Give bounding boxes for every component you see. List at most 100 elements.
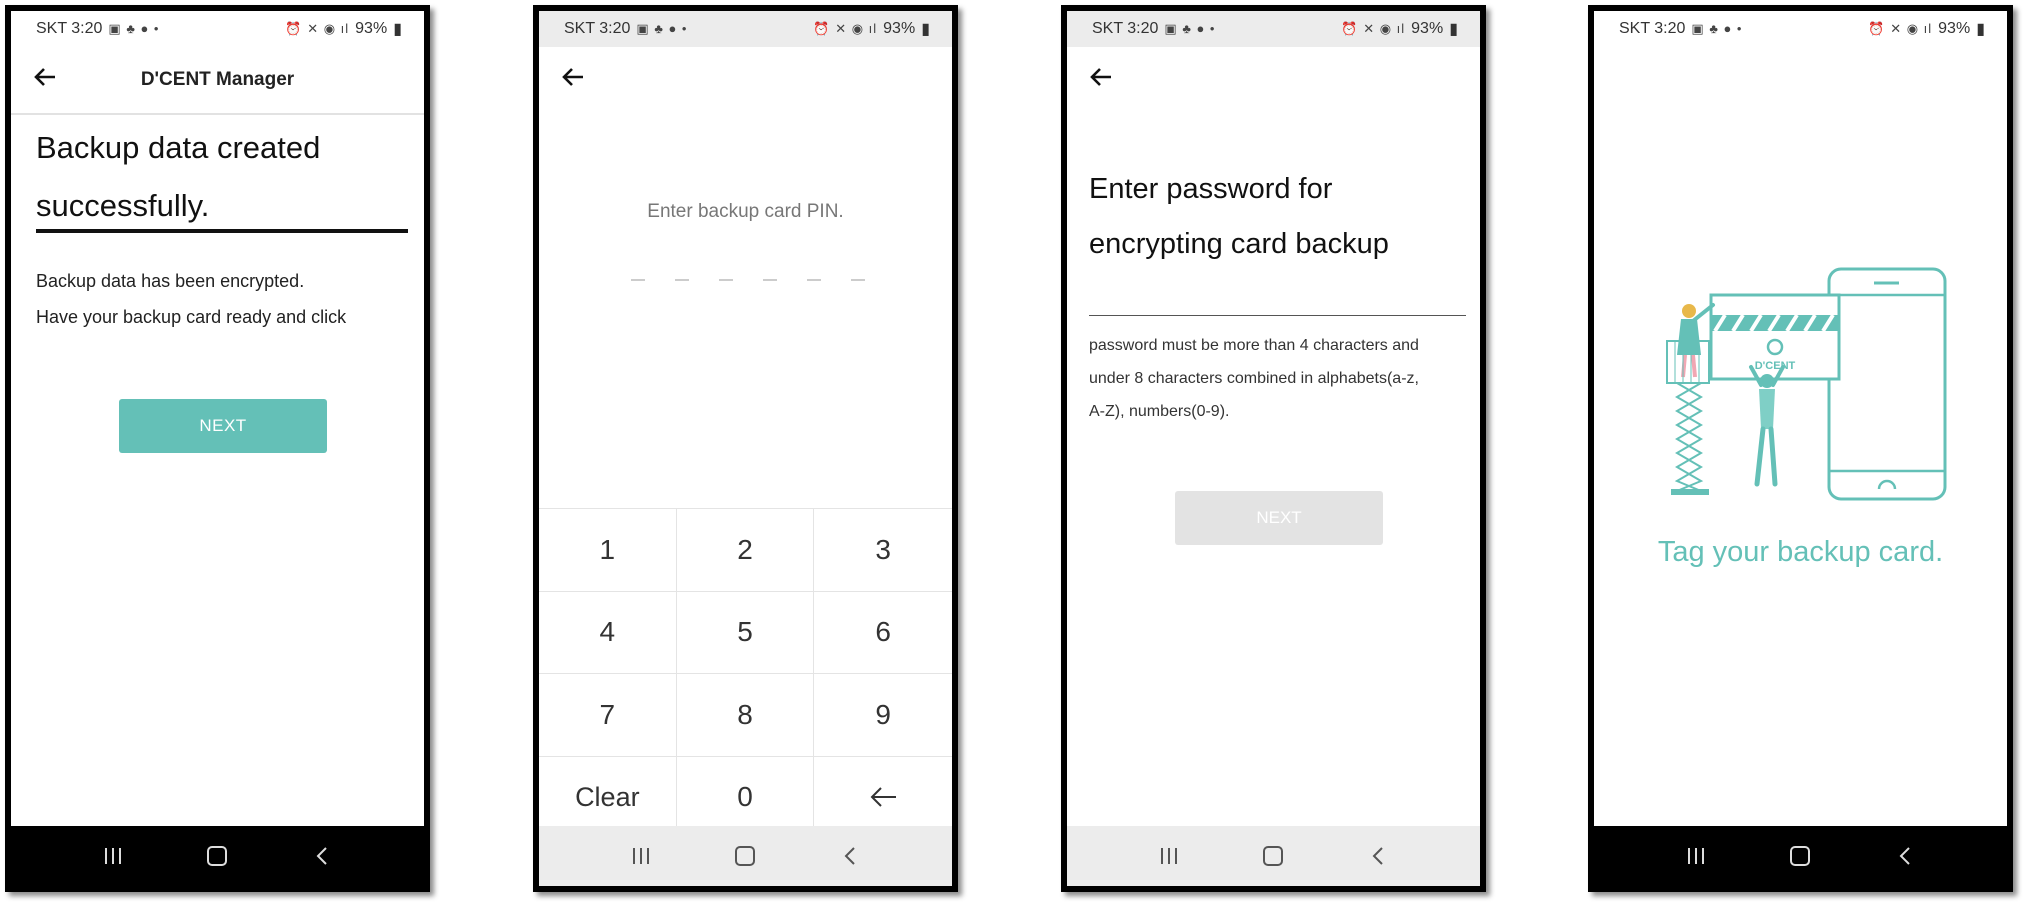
recent-apps-icon bbox=[1161, 848, 1178, 864]
arrow-left-icon bbox=[1090, 68, 1111, 86]
system-nav-bar bbox=[1594, 826, 2007, 886]
back-button[interactable] bbox=[1085, 61, 1117, 93]
password-requirements: password must be more than 4 characters … bbox=[1089, 329, 1469, 428]
nav-back-button[interactable] bbox=[830, 836, 870, 876]
carrier-time: SKT 3:20 bbox=[1619, 20, 1686, 37]
key-5[interactable]: 5 bbox=[676, 591, 815, 674]
phone-screen-backup-created: SKT 3:20 ▣ ♣ ● • ⏰ ✕ ◉ ıl 93% ▮ D'CENT M… bbox=[5, 5, 430, 892]
status-bar: SKT 3:20 ▣ ♣ ● • ⏰ ✕ ◉ ıl 93% ▮ bbox=[539, 11, 952, 47]
battery-level: 93% bbox=[1938, 20, 1971, 37]
battery-icon: ▮ bbox=[1976, 21, 1985, 38]
pin-digit-slot bbox=[763, 279, 777, 281]
heading-line-1: Enter password for bbox=[1089, 173, 1333, 205]
home-button[interactable] bbox=[725, 836, 765, 876]
system-icons: ⏰ ✕ ◉ ıl bbox=[285, 21, 350, 36]
instruction-text: Backup data has been encrypted. Have you… bbox=[36, 263, 346, 335]
app-header: D'CENT Manager bbox=[11, 47, 424, 115]
key-8[interactable]: 8 bbox=[676, 674, 815, 757]
requirement-line-3: A-Z), numbers(0-9). bbox=[1089, 403, 1230, 420]
recent-apps-button[interactable] bbox=[621, 836, 661, 876]
carrier-time: SKT 3:20 bbox=[36, 20, 103, 37]
recent-apps-button[interactable] bbox=[1149, 836, 1189, 876]
pin-keypad: 1 2 3 4 5 6 7 8 9 Clear 0 bbox=[539, 508, 952, 839]
next-button-disabled[interactable]: NEXT bbox=[1175, 491, 1383, 545]
system-icons: ⏰ ✕ ◉ ıl bbox=[1868, 21, 1933, 36]
pin-digit-slot bbox=[719, 279, 733, 281]
nav-back-button[interactable] bbox=[1358, 836, 1398, 876]
notification-icons: ▣ ♣ ● • bbox=[636, 21, 688, 36]
pin-digit-slot bbox=[675, 279, 689, 281]
pin-prompt: Enter backup card PIN. bbox=[647, 201, 844, 222]
heading-line-2: encrypting card backup bbox=[1089, 228, 1389, 260]
pin-digit-slot bbox=[631, 279, 645, 281]
home-button[interactable] bbox=[1780, 836, 1820, 876]
battery-level: 93% bbox=[883, 20, 916, 37]
chevron-left-icon bbox=[316, 847, 327, 865]
chevron-left-icon bbox=[844, 847, 855, 865]
password-heading: Enter password for encrypting card backu… bbox=[1089, 162, 1469, 272]
pin-digit-slot bbox=[851, 279, 865, 281]
system-icons: ⏰ ✕ ◉ ıl bbox=[1341, 21, 1406, 36]
page-title: D'CENT Manager bbox=[140, 69, 295, 90]
heading-line-2: successfully. bbox=[36, 188, 210, 223]
key-6[interactable]: 6 bbox=[814, 591, 952, 674]
recent-apps-button[interactable] bbox=[1676, 836, 1716, 876]
arrow-left-icon bbox=[562, 68, 583, 86]
system-nav-bar bbox=[11, 826, 424, 886]
requirement-line-1: password must be more than 4 characters … bbox=[1089, 337, 1419, 354]
system-nav-bar bbox=[1067, 826, 1480, 886]
instruction-line-2: Have your backup card ready and click bbox=[36, 307, 347, 327]
tag-card-title: Tag your backup card. bbox=[1657, 536, 1944, 568]
home-icon bbox=[735, 846, 756, 866]
recent-apps-icon bbox=[633, 848, 650, 864]
key-1[interactable]: 1 bbox=[539, 509, 677, 592]
key-7[interactable]: 7 bbox=[539, 674, 677, 757]
battery-level: 93% bbox=[355, 20, 388, 37]
password-input[interactable] bbox=[1089, 273, 1466, 316]
battery-icon: ▮ bbox=[1449, 21, 1458, 38]
phone-screen-enter-pin: SKT 3:20 ▣ ♣ ● • ⏰ ✕ ◉ ıl 93% ▮ Enter ba… bbox=[533, 5, 958, 892]
arrow-left-icon bbox=[34, 68, 55, 86]
nav-back-button[interactable] bbox=[302, 836, 342, 876]
back-button[interactable] bbox=[29, 61, 61, 93]
status-bar: SKT 3:20 ▣ ♣ ● • ⏰ ✕ ◉ ıl 93% ▮ bbox=[11, 11, 424, 47]
key-3[interactable]: 3 bbox=[814, 509, 952, 592]
recent-apps-icon bbox=[1688, 848, 1705, 864]
home-icon bbox=[1790, 846, 1811, 866]
battery-level: 93% bbox=[1411, 20, 1444, 37]
heading-underline bbox=[36, 229, 408, 233]
battery-icon: ▮ bbox=[393, 21, 402, 38]
status-bar: SKT 3:20 ▣ ♣ ● • ⏰ ✕ ◉ ıl 93% ▮ bbox=[1594, 11, 2007, 47]
pin-entry-field[interactable] bbox=[631, 279, 865, 281]
phone-screen-enter-password: SKT 3:20 ▣ ♣ ● • ⏰ ✕ ◉ ıl 93% ▮ Enter pa… bbox=[1061, 5, 1486, 892]
heading-line-1: Backup data created bbox=[36, 130, 321, 165]
status-bar: SKT 3:20 ▣ ♣ ● • ⏰ ✕ ◉ ıl 93% ▮ bbox=[1067, 11, 1480, 47]
instruction-line-1: Backup data has been encrypted. bbox=[36, 271, 305, 291]
home-icon bbox=[1263, 846, 1284, 866]
home-button[interactable] bbox=[1253, 836, 1293, 876]
key-9[interactable]: 9 bbox=[814, 674, 952, 757]
system-icons: ⏰ ✕ ◉ ıl bbox=[813, 21, 878, 36]
battery-icon: ▮ bbox=[921, 21, 930, 38]
backspace-arrow-icon bbox=[870, 787, 897, 807]
pin-digit-slot bbox=[807, 279, 821, 281]
notification-icons: ▣ ♣ ● • bbox=[108, 21, 160, 36]
key-4[interactable]: 4 bbox=[539, 591, 677, 674]
notification-icons: ▣ ♣ ● • bbox=[1164, 21, 1216, 36]
system-nav-bar bbox=[539, 826, 952, 886]
back-button[interactable] bbox=[557, 61, 589, 93]
recent-apps-icon bbox=[105, 848, 122, 864]
home-icon bbox=[207, 846, 228, 866]
carrier-time: SKT 3:20 bbox=[564, 20, 631, 37]
home-button[interactable] bbox=[197, 836, 237, 876]
notification-icons: ▣ ♣ ● • bbox=[1691, 21, 1743, 36]
next-button[interactable]: NEXT bbox=[119, 399, 327, 453]
phone-screen-tag-card: SKT 3:20 ▣ ♣ ● • ⏰ ✕ ◉ ıl 93% ▮ D'CENT T… bbox=[1588, 5, 2013, 892]
key-2[interactable]: 2 bbox=[676, 509, 815, 592]
tag-card-illustration: D'CENT bbox=[1666, 267, 1947, 501]
nav-back-button[interactable] bbox=[1885, 836, 1925, 876]
recent-apps-button[interactable] bbox=[93, 836, 133, 876]
carrier-time: SKT 3:20 bbox=[1092, 20, 1159, 37]
chevron-left-icon bbox=[1899, 847, 1910, 865]
success-heading: Backup data created successfully. bbox=[36, 119, 416, 235]
